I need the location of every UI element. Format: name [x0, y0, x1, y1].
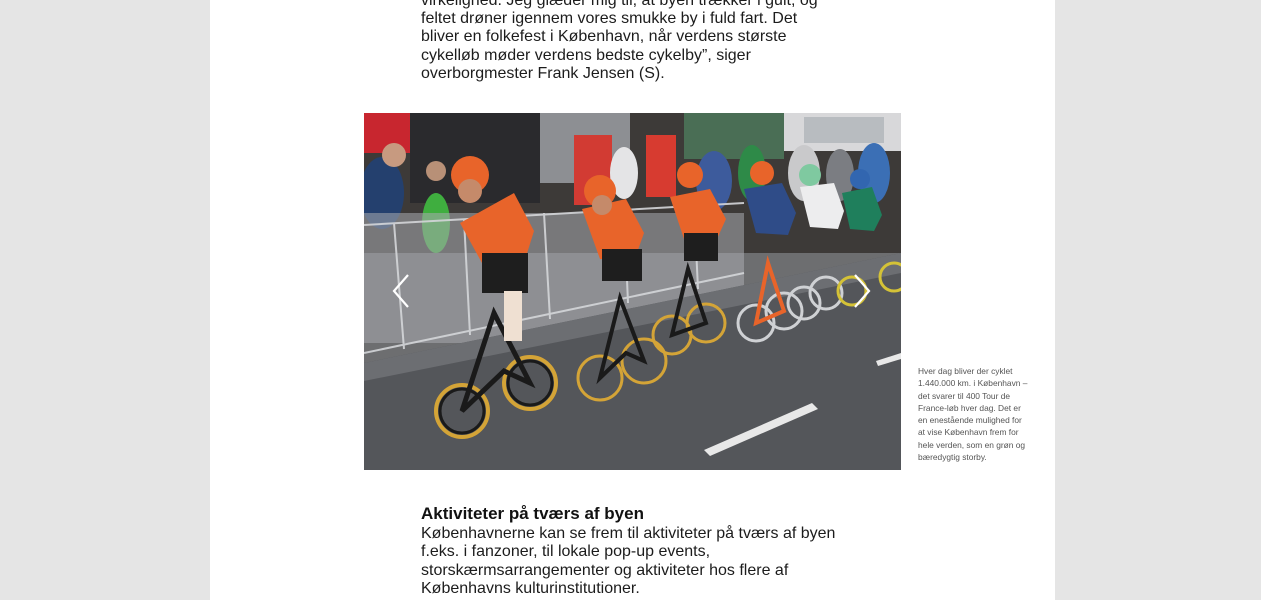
intro-line: overborgmester Frank Jensen (S). [421, 64, 665, 82]
caption-line: 1.440.000 km. i København – [918, 378, 1028, 389]
intro-line: feltet drøner igennem vores smukke by i … [421, 10, 798, 28]
caption-line: France-løb hver dag. Det er [918, 402, 1021, 413]
section-line: Københavnerne kan se frem til aktivitete… [421, 525, 836, 542]
caption-line: Hver dag bliver der cyklet [918, 366, 1013, 376]
intro-paragraph: virkelighed. Jeg glæder mig til, at byen… [421, 0, 841, 83]
caption-line: at vise København frem for [918, 427, 1019, 438]
gallery-next-button[interactable] [847, 271, 875, 311]
section-line: Københavns kulturinstitutioner. [421, 579, 640, 597]
intro-line: virkelighed. Jeg glæder mig til, at byen… [421, 0, 818, 9]
article-page: virkelighed. Jeg glæder mig til, at byen… [210, 0, 1055, 600]
intro-line: cykelløb møder verdens bedste cykelby”, … [421, 46, 751, 64]
intro-line: bliver en folkefest i København, når ver… [421, 28, 787, 46]
section-line: storskærmsarrangementer og aktiviteter h… [421, 561, 789, 579]
chevron-right-icon [854, 274, 871, 308]
caption-line: det svarer til 400 Tour de [918, 390, 1011, 401]
gallery-prev-button[interactable] [388, 271, 416, 311]
cyclists-photo [364, 113, 901, 470]
chevron-left-icon [392, 274, 409, 308]
section-line: f.eks. i fanzoner, til lokale pop-up eve… [421, 543, 711, 561]
caption-line: bæredygtig storby. [918, 452, 987, 463]
caption-line: hele verden, som en grøn og [918, 439, 1026, 450]
section-heading: Aktiviteter på tværs af byen [421, 504, 644, 523]
caption-line: en enestående mulighed for [918, 415, 1022, 426]
section-paragraph: Københavnerne kan se frem til aktivitete… [421, 525, 861, 598]
image-caption: Hver dag bliver der cyklet 1.440.000 km.… [918, 365, 1036, 463]
image-gallery [364, 113, 901, 470]
